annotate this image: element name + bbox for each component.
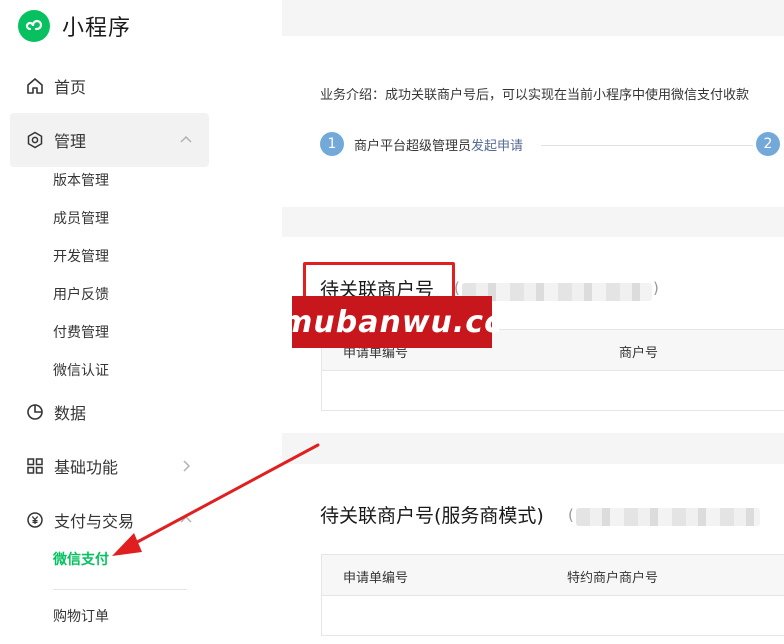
column-header: 特约商户商户号 bbox=[567, 571, 659, 586]
brand[interactable]: 小程序 bbox=[18, 10, 131, 42]
sidebar-subitem-members[interactable]: 成员管理 bbox=[53, 209, 109, 229]
sidebar: 小程序 首页 管理 版本管理 成员管理 开发管理 用户反馈 付费管理 微信认证 … bbox=[0, 0, 282, 644]
yuan-icon bbox=[26, 511, 44, 529]
mini-program-logo-icon bbox=[18, 10, 50, 42]
table-empty-row bbox=[322, 595, 784, 635]
sidebar-item-pay[interactable]: 支付与交易 bbox=[10, 493, 209, 547]
apply-link[interactable]: 发起申请 bbox=[471, 139, 523, 154]
sidebar-item-label: 数据 bbox=[54, 404, 87, 423]
step-1: 1 商户平台超级管理员发起申请 bbox=[320, 132, 523, 156]
chevron-up-icon bbox=[179, 512, 193, 531]
step-number: 2 bbox=[756, 132, 780, 156]
sidebar-item-home[interactable]: 首页 bbox=[10, 59, 209, 113]
watermark: mubanwu.cc bbox=[281, 296, 502, 348]
paren-close: ) bbox=[653, 279, 659, 297]
intro-card: 业务介绍：成功关联商户号后，可以实现在当前小程序中使用微信支付收款 1 商户平台… bbox=[282, 36, 784, 207]
table-header: 申请单编号 特约商户商户号 bbox=[322, 555, 784, 595]
sidebar-item-data[interactable]: 数据 bbox=[10, 385, 209, 439]
step-connector bbox=[541, 145, 753, 146]
sidebar-subitem-verify[interactable]: 微信认证 bbox=[53, 361, 109, 381]
section-title: 待关联商户号(服务商模式) bbox=[320, 505, 544, 527]
step-number: 1 bbox=[320, 132, 344, 156]
paren-open: ( bbox=[568, 506, 574, 524]
chevron-up-icon bbox=[179, 132, 193, 151]
step-2: 2 bbox=[756, 132, 780, 156]
divider bbox=[53, 589, 187, 590]
column-header: 商户号 bbox=[619, 346, 659, 361]
sidebar-item-label: 首页 bbox=[54, 78, 87, 97]
redacted-text bbox=[576, 508, 760, 526]
sidebar-item-label: 管理 bbox=[54, 132, 87, 151]
sidebar-subitem-version[interactable]: 版本管理 bbox=[53, 171, 109, 191]
merchant-service-table: 申请单编号 特约商户商户号 bbox=[321, 554, 784, 636]
step-label: 商户平台超级管理员 bbox=[354, 138, 472, 154]
sidebar-item-label: 基础功能 bbox=[54, 458, 119, 477]
sidebar-subitem-orders[interactable]: 购物订单 bbox=[53, 607, 109, 627]
sidebar-subitem-wechat-pay[interactable]: 微信支付 bbox=[53, 550, 109, 570]
home-icon bbox=[26, 77, 44, 95]
sidebar-subitem-feedback[interactable]: 用户反馈 bbox=[53, 285, 109, 305]
business-intro-text: 业务介绍：成功关联商户号后，可以实现在当前小程序中使用微信支付收款 bbox=[320, 88, 750, 103]
column-header: 申请单编号 bbox=[343, 571, 409, 586]
sidebar-item-manage[interactable]: 管理 bbox=[10, 113, 209, 167]
app-title: 小程序 bbox=[62, 16, 132, 41]
sidebar-item-basic[interactable]: 基础功能 bbox=[10, 439, 209, 493]
settings-hexagon-icon bbox=[26, 131, 44, 149]
table-empty-row bbox=[322, 370, 784, 410]
sidebar-item-label: 支付与交易 bbox=[54, 512, 135, 531]
chevron-right-icon bbox=[179, 458, 193, 477]
grid-icon bbox=[26, 457, 44, 475]
pie-chart-icon bbox=[26, 403, 44, 421]
pending-merchant-service-card: 待关联商户号(服务商模式) ( 申请单编号 特约商户商户号 bbox=[282, 464, 784, 644]
step-text: 商户平台超级管理员发起申请 bbox=[354, 135, 523, 154]
sidebar-subitem-billing[interactable]: 付费管理 bbox=[53, 323, 109, 343]
sidebar-subitem-dev[interactable]: 开发管理 bbox=[53, 247, 109, 267]
